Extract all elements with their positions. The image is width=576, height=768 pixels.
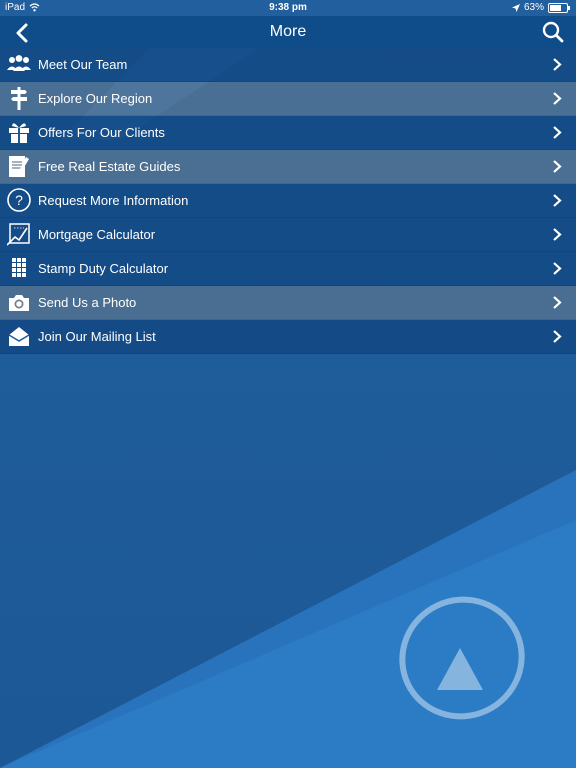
more-menu: Meet Our Team Explore Our Region Offers … [0, 48, 576, 354]
chevron-right-icon [553, 58, 562, 71]
camera-icon [9, 295, 29, 311]
gift-icon [9, 123, 29, 143]
signpost-icon [11, 87, 27, 110]
menu-item-send-us-a-photo[interactable]: Send Us a Photo [0, 286, 576, 320]
chevron-right-icon [553, 228, 562, 241]
nav-bar: More [0, 16, 576, 48]
chevron-right-icon [553, 126, 562, 139]
calculator-icon [12, 258, 26, 277]
menu-item-label: Send Us a Photo [38, 295, 137, 310]
menu-item-label: Mortgage Calculator [38, 227, 156, 242]
status-bar: iPad 9:38 pm 63% [0, 0, 576, 16]
question-icon: ? [7, 188, 31, 212]
chevron-right-icon [553, 296, 562, 309]
menu-item-label: Offers For Our Clients [38, 125, 165, 140]
menu-item-request-more-information[interactable]: ? Request More Information [0, 184, 576, 218]
battery-percent: 63% [523, 2, 544, 13]
menu-item-stamp-duty-calculator[interactable]: Stamp Duty Calculator [0, 252, 576, 286]
svg-text:?: ? [15, 192, 23, 208]
menu-item-offers-for-our-clients[interactable]: Offers For Our Clients [0, 116, 576, 150]
menu-item-label: Stamp Duty Calculator [38, 261, 169, 276]
search-icon[interactable] [542, 21, 564, 43]
menu-item-label: Meet Our Team [38, 57, 128, 72]
menu-item-free-real-estate-guides[interactable]: Free Real Estate Guides [0, 150, 576, 184]
menu-item-join-our-mailing-list[interactable]: Join Our Mailing List [0, 320, 576, 354]
location-arrow-icon [511, 3, 520, 12]
menu-item-explore-our-region[interactable]: Explore Our Region [0, 82, 576, 116]
menu-item-label: Join Our Mailing List [38, 329, 156, 344]
menu-item-mortgage-calculator[interactable]: Mortgage Calculator [0, 218, 576, 252]
battery-icon [548, 2, 570, 13]
menu-item-label: Explore Our Region [38, 91, 153, 106]
menu-item-meet-our-team[interactable]: Meet Our Team [0, 48, 576, 82]
page-title: More [269, 23, 307, 40]
chevron-right-icon [553, 92, 562, 105]
menu-item-label: Request More Information [38, 193, 189, 208]
envelope-icon [8, 327, 30, 346]
chevron-right-icon [553, 194, 562, 207]
chevron-right-icon [553, 330, 562, 343]
document-icon [9, 156, 29, 177]
team-icon [7, 55, 31, 71]
chevron-right-icon [553, 262, 562, 275]
chart-icon [7, 223, 30, 246]
chevron-right-icon [553, 160, 562, 173]
status-time: 9:38 pm [269, 2, 307, 13]
menu-item-label: Free Real Estate Guides [38, 159, 181, 174]
